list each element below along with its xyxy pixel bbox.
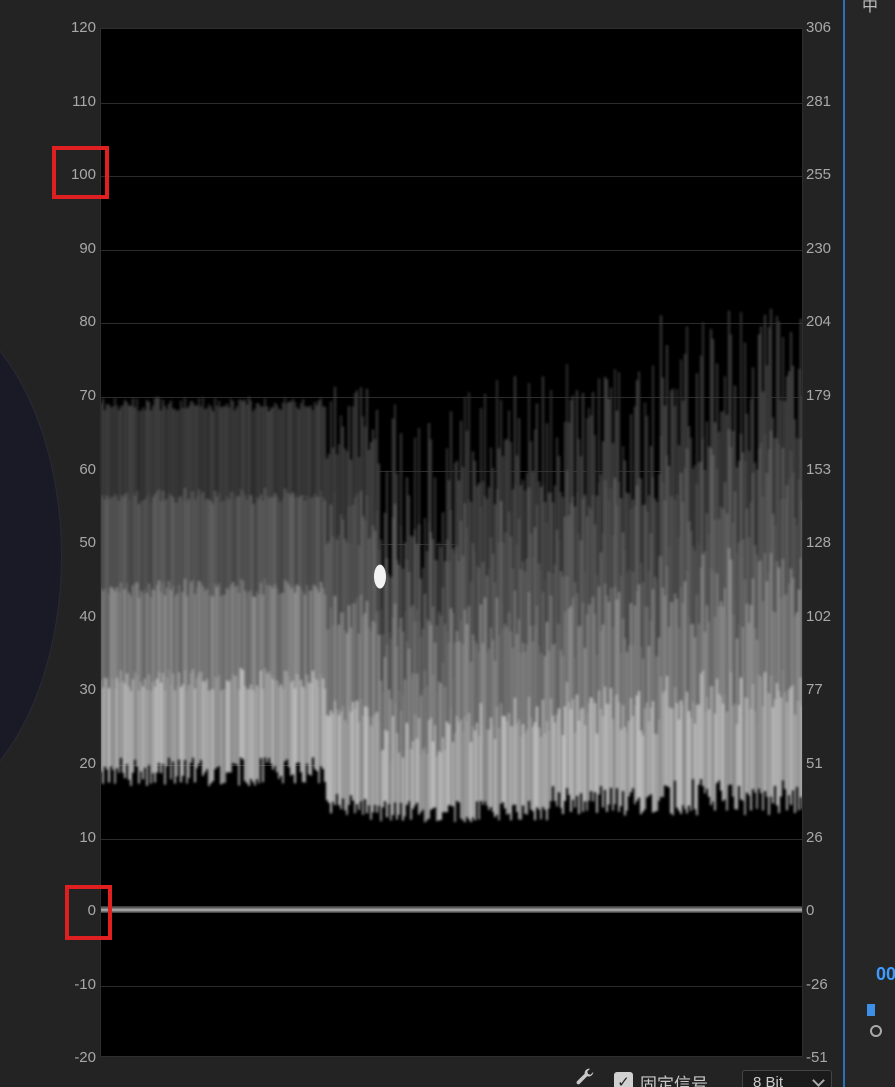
left-axis-tick-label: -10 bbox=[74, 975, 96, 993]
left-axis-tick-label: 120 bbox=[70, 19, 96, 36]
clamp-signal-checkbox[interactable]: ✓ bbox=[614, 1072, 633, 1087]
left-axis-tick-label: 70 bbox=[79, 387, 96, 404]
bit-depth-select[interactable]: 8 Bit bbox=[742, 1070, 832, 1087]
right-axis-tick-label: 153 bbox=[806, 460, 832, 478]
right-axis-tick-label: 128 bbox=[806, 534, 832, 552]
right-axis-tick-label: 102 bbox=[806, 607, 832, 625]
clamp-signal-label: 固定信号 bbox=[640, 1075, 708, 1087]
left-axis-tick-label: 80 bbox=[79, 313, 96, 331]
waveform-scope bbox=[100, 28, 803, 1057]
right-axis-tick-label: 255 bbox=[806, 166, 832, 184]
waveform-trace bbox=[101, 308, 802, 823]
playhead-marker[interactable] bbox=[867, 1004, 875, 1016]
left-axis-tick-label: 110 bbox=[72, 92, 96, 110]
scope-toolbar: ✓ 固定信号 8 Bit bbox=[570, 1062, 840, 1087]
lumetri-scopes-window: 120 110 100 90 80 70 60 50 40 30 20 10 0 -10 -20 306 28… bbox=[0, 0, 895, 1087]
left-axis-tick-label: -20 bbox=[74, 1049, 96, 1067]
left-axis-tick-label: 10 bbox=[79, 828, 96, 846]
right-axis-tick-label: 0 bbox=[806, 902, 815, 920]
right-axis-tick-label: 77 bbox=[806, 681, 823, 699]
bit-depth-value: 8 Bit bbox=[753, 1074, 784, 1087]
chevron-down-icon bbox=[812, 1074, 825, 1087]
right-axis-tick-label: 51 bbox=[806, 755, 823, 772]
right-side-panel bbox=[845, 0, 895, 1087]
left-axis-tick-label: 50 bbox=[79, 534, 96, 552]
left-axis-tick-label: 40 bbox=[79, 607, 96, 625]
right-panel-heading: 中 bbox=[862, 0, 879, 15]
left-axis-tick-label: 30 bbox=[79, 681, 96, 699]
highlight-box-100 bbox=[52, 146, 109, 199]
zero-level-line bbox=[101, 906, 802, 913]
right-axis-tick-label: 204 bbox=[806, 313, 832, 331]
right-axis-tick-label: 306 bbox=[806, 19, 832, 36]
knob-icon[interactable] bbox=[870, 1025, 882, 1037]
left-axis-tick-label: 20 bbox=[79, 755, 96, 772]
right-axis-tick-label: 26 bbox=[806, 828, 823, 846]
waveform-highlight-spot bbox=[374, 564, 386, 589]
right-axis-tick-label: 281 bbox=[806, 92, 832, 110]
left-axis-tick-label: 90 bbox=[79, 239, 96, 257]
panel-divider[interactable] bbox=[843, 0, 845, 1087]
timecode-display[interactable]: 00 bbox=[876, 964, 895, 985]
right-axis-tick-label: 179 bbox=[806, 387, 832, 404]
right-axis-tick-label: 230 bbox=[806, 239, 832, 257]
left-axis-tick-label: 60 bbox=[79, 460, 96, 478]
wrench-icon[interactable] bbox=[574, 1066, 596, 1087]
right-axis-tick-label: -26 bbox=[806, 975, 828, 993]
highlight-box-0 bbox=[65, 885, 112, 940]
